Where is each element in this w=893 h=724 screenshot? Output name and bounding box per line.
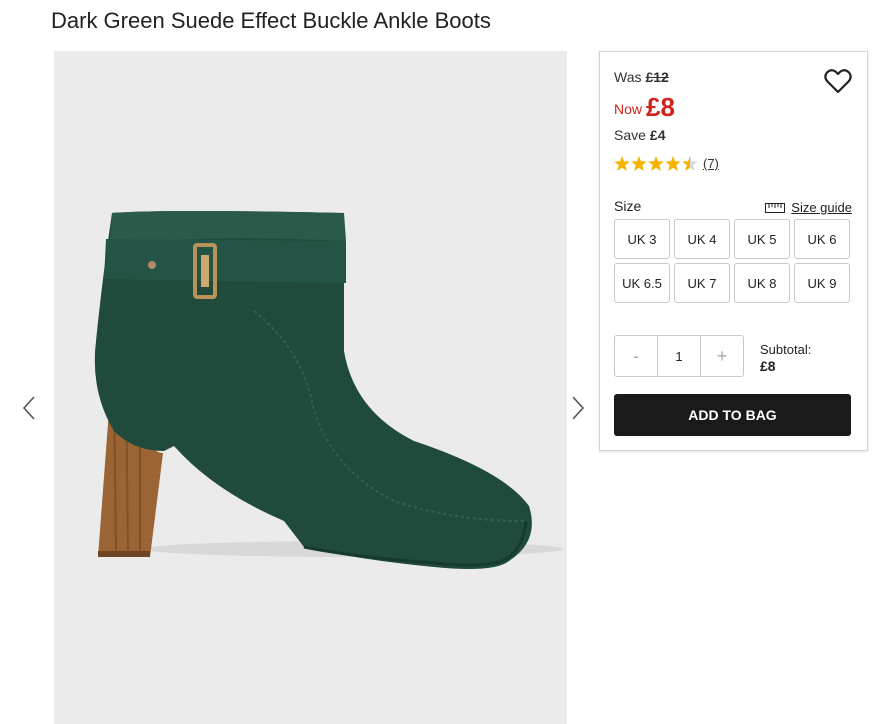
size-option[interactable]: UK 3 (614, 219, 670, 259)
save-amount: £4 (649, 127, 666, 143)
quantity-input[interactable]: 1 (657, 336, 701, 376)
size-option[interactable]: UK 9 (794, 263, 850, 303)
rating-stars: (7) (614, 156, 719, 171)
size-option[interactable]: UK 4 (674, 219, 730, 259)
was-price: £12 (645, 69, 669, 85)
product-image (54, 51, 567, 724)
subtotal-value: £8 (760, 358, 776, 374)
quantity-decrease-button[interactable]: - (615, 336, 657, 376)
ruler-icon (765, 202, 786, 213)
review-count-link[interactable]: (7) (703, 156, 719, 171)
was-price-row: Was £12 (614, 69, 669, 85)
size-option[interactable]: UK 8 (734, 263, 790, 303)
now-price-row: Now £8 (614, 90, 675, 122)
size-option[interactable]: UK 7 (674, 263, 730, 303)
subtotal-label: Subtotal: (760, 342, 812, 357)
now-label: Now (614, 101, 643, 117)
size-option[interactable]: UK 6.5 (614, 263, 670, 303)
now-price: £8 (646, 92, 675, 122)
next-image-button[interactable] (568, 394, 588, 422)
star-icon (665, 156, 681, 171)
size-option[interactable]: UK 5 (734, 219, 790, 259)
quantity-stepper: - 1 + (614, 335, 744, 377)
previous-image-button[interactable] (19, 394, 39, 422)
star-icon (631, 156, 647, 171)
size-option[interactable]: UK 6 (794, 219, 850, 259)
was-label: Was (614, 69, 642, 85)
product-title: Dark Green Suede Effect Buckle Ankle Boo… (51, 8, 491, 33)
size-label: Size (614, 198, 642, 214)
subtotal: Subtotal: £8 (760, 341, 811, 375)
add-to-bag-button[interactable]: ADD TO BAG (614, 394, 851, 436)
quantity-increase-button[interactable]: + (701, 336, 743, 376)
size-guide-label: Size guide (791, 200, 852, 215)
chevron-left-icon (22, 396, 35, 420)
star-icon (614, 156, 630, 171)
half-star-icon (682, 156, 698, 171)
boot-illustration (94, 211, 564, 569)
star-icon (648, 156, 664, 171)
size-guide-link[interactable]: Size guide (765, 200, 852, 215)
purchase-panel: Was £12 Now £8 Save £4 (7) Size Size guide … (599, 51, 868, 451)
save-row: Save £4 (614, 127, 666, 143)
save-label: Save (614, 127, 646, 143)
size-options: UK 3 UK 4 UK 5 UK 6 UK 6.5 UK 7 UK 8 UK … (614, 219, 852, 303)
chevron-right-icon (572, 396, 585, 420)
wishlist-heart-icon[interactable] (824, 68, 852, 94)
